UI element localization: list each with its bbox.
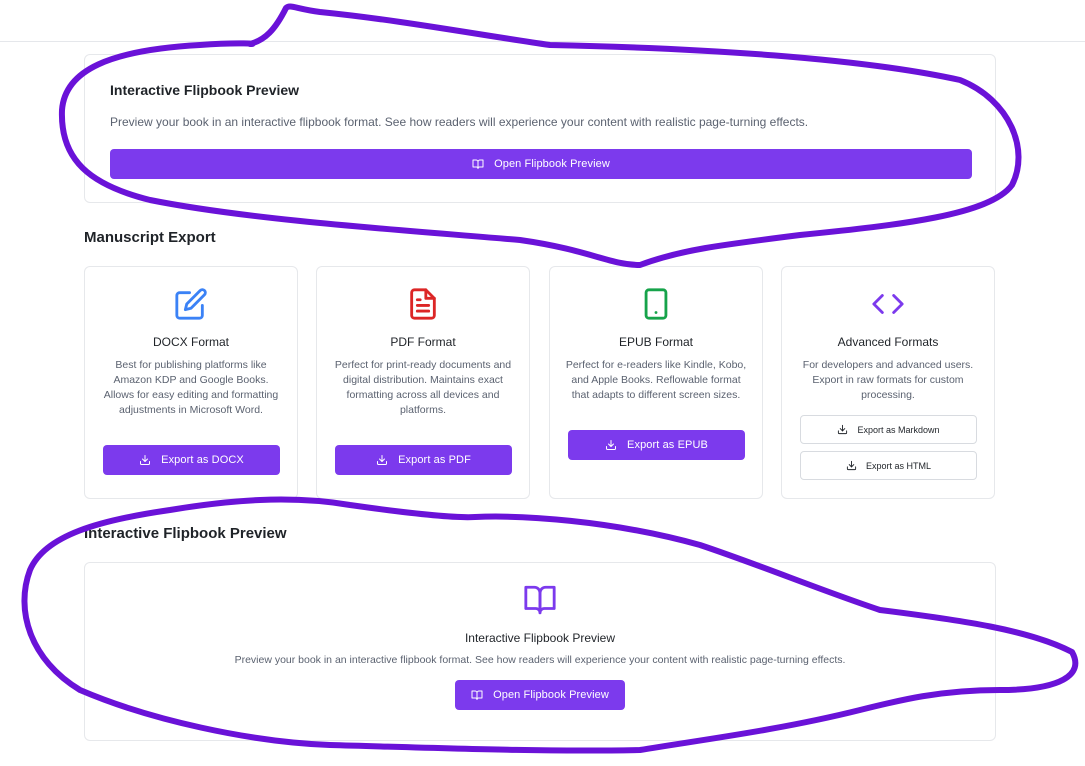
export-pdf-label: Export as PDF: [398, 454, 471, 466]
export-html-button[interactable]: Export as HTML: [800, 451, 977, 480]
epub-format-description: Perfect for e-readers like Kindle, Kobo,…: [565, 359, 747, 401]
download-icon: [605, 439, 617, 451]
header-divider: [0, 41, 1085, 42]
download-icon: [139, 454, 151, 466]
export-epub-button[interactable]: Export as EPUB: [568, 430, 745, 460]
open-flipbook-preview-button[interactable]: Open Flipbook Preview: [110, 149, 972, 179]
export-markdown-button[interactable]: Export as Markdown: [800, 415, 977, 444]
docx-format-description: Best for publishing platforms like Amazo…: [103, 359, 279, 416]
export-docx-label: Export as DOCX: [161, 454, 244, 466]
pdf-format-card: PDF Format Perfect for print-ready docum…: [316, 266, 530, 499]
docx-format-card: DOCX Format Best for publishing platform…: [84, 266, 298, 499]
flipbook-card-title: Interactive Flipbook Preview: [110, 82, 300, 98]
flipbook-preview-title: Interactive Flipbook Preview: [464, 631, 616, 645]
flipbook-preview-description: Preview your book in an interactive flip…: [234, 654, 846, 666]
flipbook-preview-card-top: Interactive Flipbook Preview Preview you…: [84, 54, 996, 203]
epub-format-title: EPUB Format: [618, 335, 693, 349]
epub-format-card: EPUB Format Perfect for e-readers like K…: [549, 266, 763, 499]
code-icon: [782, 287, 994, 321]
download-icon: [846, 460, 857, 471]
manuscript-export-heading: Manuscript Export: [84, 229, 216, 246]
export-docx-button[interactable]: Export as DOCX: [103, 445, 280, 475]
edit-icon: [85, 287, 297, 321]
flipbook-section-heading: Interactive Flipbook Preview: [84, 525, 287, 542]
open-flipbook-preview-button-bottom[interactable]: Open Flipbook Preview: [455, 680, 625, 710]
file-text-icon: [317, 287, 529, 321]
export-markdown-label: Export as Markdown: [857, 424, 940, 435]
export-html-label: Export as HTML: [865, 460, 932, 471]
export-epub-label: Export as EPUB: [627, 439, 708, 451]
export-pdf-button[interactable]: Export as PDF: [335, 445, 512, 475]
book-open-icon: [472, 158, 484, 170]
docx-format-title: DOCX Format: [152, 335, 229, 349]
flipbook-preview-card: Interactive Flipbook Preview Preview you…: [84, 562, 996, 741]
flipbook-card-description: Preview your book in an interactive flip…: [110, 115, 809, 129]
page: Interactive Flipbook Preview Preview you…: [0, 0, 1085, 766]
book-open-icon: [471, 689, 483, 701]
download-icon: [837, 424, 848, 435]
advanced-formats-title: Advanced Formats: [837, 335, 939, 349]
pdf-format-description: Perfect for print-ready documents and di…: [334, 359, 512, 416]
tablet-icon: [550, 287, 762, 321]
pdf-format-title: PDF Format: [390, 335, 456, 349]
advanced-formats-card: Advanced Formats For developers and adva…: [781, 266, 995, 499]
book-open-icon: [85, 583, 995, 617]
open-flipbook-preview-label: Open Flipbook Preview: [494, 158, 610, 170]
advanced-formats-description: For developers and advanced users. Expor…: [802, 359, 974, 401]
open-flipbook-preview-label-bottom: Open Flipbook Preview: [493, 689, 609, 701]
download-icon: [376, 454, 388, 466]
